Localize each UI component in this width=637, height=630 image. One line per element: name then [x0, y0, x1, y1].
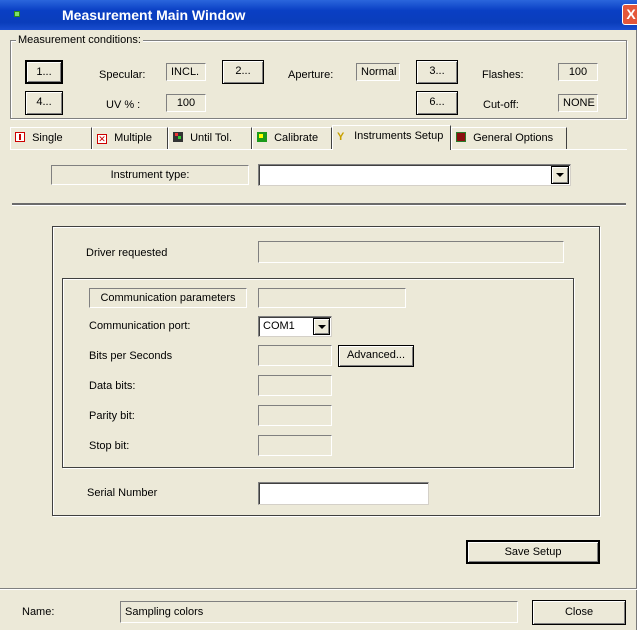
aperture-label: Aperture:	[288, 69, 334, 81]
save-setup-button[interactable]: Save Setup	[466, 540, 600, 564]
footer-divider	[0, 588, 637, 589]
condition-1-button[interactable]: 1...	[25, 60, 63, 84]
tab-label: Calibrate	[274, 132, 319, 144]
communication-port-dropdown-button[interactable]	[313, 318, 330, 335]
condition-6-button[interactable]: 6...	[416, 91, 458, 115]
data-bits-value	[258, 375, 332, 396]
calibrate-icon	[257, 132, 267, 142]
name-label: Name:	[22, 606, 55, 618]
driver-requested-value	[258, 241, 564, 263]
driver-requested-label: Driver requested	[86, 247, 168, 259]
measurement-conditions-legend: Measurement conditions:	[16, 34, 143, 46]
title-bar[interactable]: Measurement Main Window X	[0, 0, 637, 30]
aperture-value: Normal	[356, 63, 400, 81]
window-title: Measurement Main Window	[62, 7, 246, 23]
flashes-value: 100	[558, 63, 598, 81]
tab-until-tol[interactable]: Until Tol.	[168, 127, 252, 149]
parity-bit-label: Parity bit:	[89, 410, 135, 422]
general-options-icon	[456, 132, 466, 142]
bits-per-seconds-label: Bits per Seconds	[89, 350, 173, 362]
specular-value: INCL.	[166, 63, 206, 81]
cutoff-label: Cut-off:	[483, 99, 519, 111]
communication-port-value: COM1	[263, 320, 295, 332]
flashes-label: Flashes:	[482, 69, 524, 81]
instrument-type-dropdown-button[interactable]	[551, 166, 569, 184]
communication-parameters-value	[258, 288, 406, 308]
tab-multiple[interactable]: ✕ Multiple	[92, 127, 168, 149]
section-divider	[12, 203, 626, 206]
instrument-type-select[interactable]	[258, 164, 571, 186]
communication-port-select[interactable]: COM1	[258, 316, 332, 337]
tab-single[interactable]: Single	[10, 127, 92, 149]
tab-general-options[interactable]: General Options	[451, 127, 567, 149]
tab-label: Multiple	[114, 132, 152, 144]
tab-label: Single	[32, 132, 63, 144]
tab-instruments-setup[interactable]: Y Instruments Setup	[332, 125, 451, 150]
tab-label: General Options	[473, 132, 554, 144]
serial-number-input[interactable]	[258, 482, 429, 505]
measurement-main-window: Measurement Main Window X Measurement co…	[0, 0, 637, 630]
cutoff-value: NONE	[558, 94, 598, 112]
name-value: Sampling colors	[120, 601, 518, 623]
multiple-icon: ✕	[97, 134, 107, 144]
chevron-down-icon	[556, 173, 564, 177]
parity-bit-value	[258, 405, 332, 426]
single-icon	[15, 132, 25, 142]
tab-label: Until Tol.	[190, 132, 233, 144]
app-icon	[14, 11, 20, 17]
instrument-type-label: Instrument type:	[51, 165, 249, 185]
condition-3-button[interactable]: 3...	[416, 60, 458, 84]
communication-port-label: Communication port:	[89, 320, 191, 332]
instruments-icon: Y	[337, 131, 345, 143]
uv-value: 100	[166, 94, 206, 112]
condition-4-button[interactable]: 4...	[25, 91, 63, 115]
condition-2-button[interactable]: 2...	[222, 60, 264, 84]
bits-per-seconds-value	[258, 345, 332, 366]
serial-number-label: Serial Number	[87, 487, 158, 499]
tab-panel-edge	[10, 149, 627, 150]
tab-calibrate[interactable]: Calibrate	[252, 127, 332, 149]
chevron-down-icon	[317, 324, 326, 329]
tab-label: Instruments Setup	[354, 130, 444, 142]
specular-label: Specular:	[99, 69, 146, 81]
window-close-button[interactable]: X	[622, 4, 637, 25]
uv-label: UV % :	[106, 99, 141, 111]
until-tol-icon	[173, 132, 183, 142]
data-bits-label: Data bits:	[89, 380, 136, 392]
stop-bit-label: Stop bit:	[89, 440, 130, 452]
advanced-button[interactable]: Advanced...	[338, 345, 414, 367]
close-button[interactable]: Close	[532, 600, 626, 625]
communication-parameters-label: Communication parameters	[89, 288, 247, 308]
stop-bit-value	[258, 435, 332, 456]
